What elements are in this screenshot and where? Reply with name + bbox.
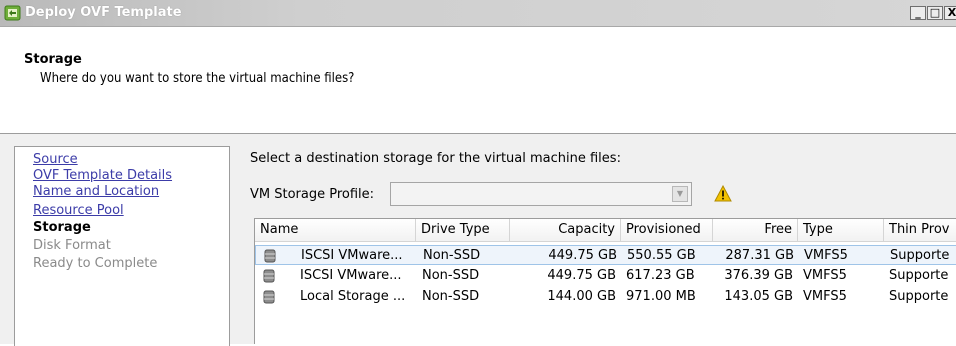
cell-name: ISCSI VMware... (300, 268, 402, 283)
nav-item-resource-pool[interactable]: Resource Pool (33, 203, 124, 218)
table-row[interactable]: Local Storage ... Non-SSD 144.00 GB 971.… (255, 287, 956, 307)
cell-free: 143.05 GB (724, 289, 793, 304)
nav-item-storage: Storage (33, 220, 91, 235)
table-row[interactable]: ISCSI VMware... Non-SSD 449.75 GB 617.23… (255, 266, 956, 286)
cell-name: Local Storage ... (300, 289, 406, 304)
database-icon (263, 290, 275, 304)
maximize-button[interactable]: □ (927, 6, 943, 20)
cell-provisioned: 971.00 MB (626, 289, 696, 304)
vm-storage-profile-select[interactable]: ▼ (390, 182, 692, 206)
table-row[interactable]: ISCSI VMware... Non-SSD 449.75 GB 550.55… (255, 245, 956, 265)
database-icon (264, 249, 276, 263)
nav-item-ovf-template-details[interactable]: OVF Template Details (33, 168, 172, 183)
cell-type: VMFS5 (803, 289, 847, 304)
window-titlebar: Deploy OVF Template _ □ X (0, 0, 956, 27)
close-button[interactable]: X (944, 6, 956, 20)
column-header-free[interactable]: Free (713, 219, 798, 241)
cell-thin-provisioning: Supporte (890, 248, 950, 263)
cell-free: 287.31 GB (725, 248, 794, 263)
column-header-provisioned[interactable]: Provisioned (621, 219, 713, 241)
cell-capacity: 144.00 GB (547, 289, 616, 304)
nav-item-ready-to-complete: Ready to Complete (33, 256, 158, 271)
wizard-header: Storage Where do you want to store the v… (0, 27, 956, 134)
minimize-button[interactable]: _ (910, 6, 926, 20)
ovf-app-icon (4, 5, 21, 21)
warning-triangle-icon (714, 185, 732, 202)
column-header-capacity[interactable]: Capacity (510, 219, 621, 241)
cell-thin-provisioning: Supporte (889, 268, 949, 283)
cell-drive-type: Non-SSD (422, 289, 480, 304)
cell-capacity: 449.75 GB (547, 268, 616, 283)
nav-item-source[interactable]: Source (33, 152, 78, 167)
datastore-table: Name Drive Type Capacity Provisioned Fre… (254, 218, 956, 344)
cell-name: ISCSI VMware... (301, 248, 403, 263)
cell-drive-type: Non-SSD (422, 268, 480, 283)
column-header-drive-type[interactable]: Drive Type (416, 219, 510, 241)
step-title: Storage (24, 52, 82, 67)
instruction-text: Select a destination storage for the vir… (250, 151, 621, 166)
step-description: Where do you want to store the virtual m… (40, 71, 355, 86)
column-header-thin-provisioning[interactable]: Thin Prov (884, 219, 956, 241)
table-header: Name Drive Type Capacity Provisioned Fre… (255, 219, 956, 242)
cell-provisioned: 550.55 GB (627, 248, 696, 263)
cell-free: 376.39 GB (724, 268, 793, 283)
wizard-steps-nav: Source OVF Template Details Name and Loc… (14, 146, 230, 346)
column-header-name[interactable]: Name (255, 219, 416, 241)
nav-item-name-and-location[interactable]: Name and Location (33, 184, 159, 199)
database-icon (263, 269, 275, 283)
column-header-type[interactable]: Type (798, 219, 884, 241)
cell-type: VMFS5 (803, 268, 847, 283)
cell-thin-provisioning: Supporte (889, 289, 949, 304)
vm-storage-profile-label: VM Storage Profile: (250, 187, 375, 202)
cell-type: VMFS5 (804, 248, 848, 263)
window-title: Deploy OVF Template (25, 5, 182, 20)
nav-item-disk-format: Disk Format (33, 238, 111, 253)
cell-capacity: 449.75 GB (548, 248, 617, 263)
cell-drive-type: Non-SSD (423, 248, 481, 263)
cell-provisioned: 617.23 GB (626, 268, 695, 283)
chevron-down-icon[interactable]: ▼ (672, 186, 688, 202)
